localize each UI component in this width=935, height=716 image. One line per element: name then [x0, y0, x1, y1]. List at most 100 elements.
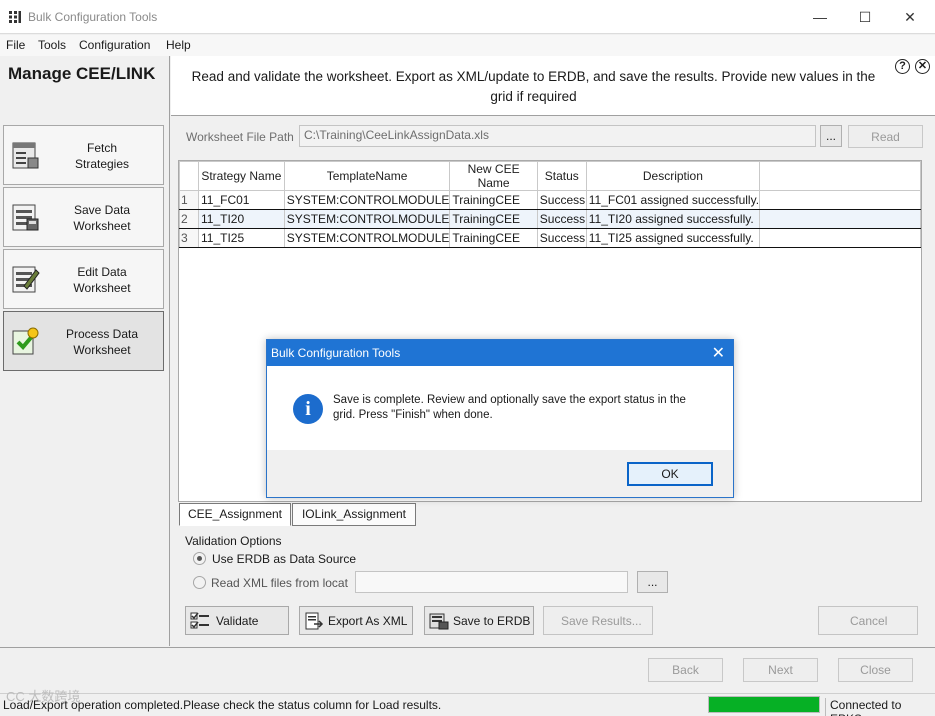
app-icon	[9, 11, 21, 23]
sidebar-item-label: Edit Data Worksheet	[73, 265, 131, 295]
cell-status[interactable]: Success	[536, 190, 587, 210]
erdb-source-radio[interactable]	[193, 552, 206, 565]
cell-status[interactable]: Success	[536, 228, 587, 248]
ok-button[interactable]: OK	[627, 462, 713, 486]
dialog-footer: OK	[267, 450, 733, 497]
status-bar: Load/Export operation completed.Please c…	[0, 693, 935, 716]
browse-xml-button[interactable]: ...	[637, 571, 668, 593]
cell-new-cee-name[interactable]: TrainingCEE	[449, 209, 538, 229]
minimize-button[interactable]: —	[797, 0, 843, 34]
cell-strategy-name[interactable]: 11_TI25	[198, 228, 285, 248]
read-button[interactable]: Read	[848, 125, 923, 148]
xml-source-radio[interactable]	[193, 576, 206, 589]
title-bar: Bulk Configuration Tools — ☐ ✕	[0, 0, 935, 34]
grid-header-row: Strategy Name TemplateName New CEE Name …	[179, 161, 921, 191]
table-row[interactable]: 1 11_FC01 SYSTEM:CONTROLMODULE TrainingC…	[179, 190, 921, 210]
cell-status[interactable]: Success	[536, 209, 587, 229]
back-button[interactable]: Back	[648, 658, 723, 682]
close-button[interactable]: Close	[838, 658, 913, 682]
cell-template-name[interactable]: SYSTEM:CONTROLMODULE	[283, 209, 451, 229]
dialog-close-icon[interactable]: ✕	[712, 343, 725, 363]
worksheet-file-path-label: Worksheet File Path	[186, 130, 294, 144]
save-to-erdb-button[interactable]: Save to ERDB	[424, 606, 534, 635]
checklist-icon	[190, 612, 209, 629]
maximize-button[interactable]: ☐	[842, 0, 888, 34]
column-header[interactable]: Status	[536, 161, 587, 191]
cancel-button[interactable]: Cancel	[818, 606, 918, 635]
cell-empty	[759, 190, 921, 210]
table-row[interactable]: 2 11_TI20 SYSTEM:CONTROLMODULE TrainingC…	[179, 209, 921, 229]
table-row[interactable]: 3 11_TI25 SYSTEM:CONTROLMODULE TrainingC…	[179, 228, 921, 248]
close-window-button[interactable]: ✕	[887, 0, 933, 34]
sidebar-item-process-worksheet[interactable]: Process Data Worksheet	[3, 311, 164, 371]
save-to-erdb-label: Save to ERDB	[453, 614, 531, 628]
column-header[interactable]: Description	[585, 161, 761, 191]
sidebar-item-label: Process Data Worksheet	[65, 327, 139, 357]
sidebar-item-edit-worksheet[interactable]: Edit Data Worksheet	[3, 249, 164, 309]
save-results-label: Save Results...	[561, 614, 642, 628]
progress-bar	[708, 696, 820, 713]
sidebar-item-label: Fetch Strategies	[74, 141, 130, 171]
menu-bar: File Tools Configuration Help	[0, 35, 935, 56]
cell-new-cee-name[interactable]: TrainingCEE	[449, 228, 538, 248]
dialog-message: Save is complete. Review and optionally …	[333, 394, 686, 421]
column-header[interactable]: TemplateName	[283, 161, 451, 191]
cell-description[interactable]: 11_TI20 assigned successfully.	[585, 209, 761, 229]
dialog-title-bar: Bulk Configuration Tools ✕	[267, 340, 733, 366]
progress-fill	[709, 697, 819, 712]
cell-template-name[interactable]: SYSTEM:CONTROLMODULE	[283, 228, 451, 248]
validation-options-title: Validation Options	[185, 534, 282, 548]
column-header[interactable]: Strategy Name	[198, 161, 285, 191]
cell-strategy-name[interactable]: 11_TI20	[198, 209, 285, 229]
wizard-bar: Back Next Close	[0, 647, 935, 693]
validate-button[interactable]: Validate	[185, 606, 289, 635]
cancel-label: Cancel	[850, 614, 888, 628]
edit-worksheet-icon	[12, 266, 40, 293]
sidebar-item-save-worksheet[interactable]: Save Data Worksheet	[3, 187, 164, 247]
close-icon[interactable]: ✕	[915, 59, 930, 74]
cell-new-cee-name[interactable]: TrainingCEE	[449, 190, 538, 210]
menu-configuration[interactable]: Configuration	[79, 38, 150, 52]
column-header[interactable]: New CEE Name	[449, 161, 538, 191]
cell-description[interactable]: 11_FC01 assigned successfully.	[585, 190, 761, 210]
cell-empty	[759, 228, 921, 248]
worksheet-file-path-field[interactable]: C:\Training\CeeLinkAssignData.xls	[299, 125, 816, 147]
window-title: Bulk Configuration Tools	[28, 10, 158, 24]
erdb-source-label: Use ERDB as Data Source	[212, 552, 357, 566]
process-worksheet-icon	[12, 327, 39, 355]
database-save-icon	[429, 613, 449, 630]
menu-tools[interactable]: Tools	[38, 38, 66, 52]
export-xml-button[interactable]: Export As XML	[299, 606, 413, 635]
cell-description[interactable]: 11_TI25 assigned successfully.	[585, 228, 761, 248]
instructions-panel: Read and validate the worksheet. Export …	[171, 56, 935, 116]
xml-location-input[interactable]	[355, 571, 628, 593]
export-xml-label: Export As XML	[328, 614, 408, 628]
menu-file[interactable]: File	[6, 38, 25, 52]
row-number: 3	[179, 228, 199, 248]
grid-table: Strategy Name TemplateName New CEE Name …	[179, 161, 921, 248]
sidebar-item-fetch-strategies[interactable]: Fetch Strategies	[3, 125, 164, 185]
instructions-text: Read and validate the worksheet. Export …	[191, 69, 876, 104]
tab-cee-assignment[interactable]: CEE_Assignment	[179, 503, 291, 526]
help-icon[interactable]: ?	[895, 59, 910, 74]
message-dialog: Bulk Configuration Tools ✕ i Save is com…	[266, 339, 734, 498]
cell-strategy-name[interactable]: 11_FC01	[198, 190, 285, 210]
info-icon: i	[293, 394, 323, 424]
sidebar-heading: Manage CEE/LINK	[8, 64, 156, 83]
column-header-empty	[759, 161, 921, 191]
validate-label: Validate	[216, 614, 259, 628]
cell-template-name[interactable]: SYSTEM:CONTROLMODULE	[283, 190, 451, 210]
tab-iolink-assignment[interactable]: IOLink_Assignment	[292, 503, 416, 526]
save-results-button[interactable]: Save Results...	[543, 606, 653, 635]
connection-status: Connected to EPKS	[825, 698, 935, 716]
export-icon	[305, 612, 324, 630]
sidebar: Manage CEE/LINK Fetch Strategies Save Dat…	[0, 56, 170, 646]
next-button[interactable]: Next	[743, 658, 818, 682]
browse-file-button[interactable]: ...	[820, 125, 842, 147]
save-worksheet-icon	[12, 204, 39, 231]
row-number: 1	[179, 190, 199, 210]
sidebar-item-label: Save Data Worksheet	[73, 203, 131, 233]
watermark: CC 大数跨境	[6, 689, 81, 704]
row-number-header	[179, 161, 199, 191]
menu-help[interactable]: Help	[166, 38, 191, 52]
